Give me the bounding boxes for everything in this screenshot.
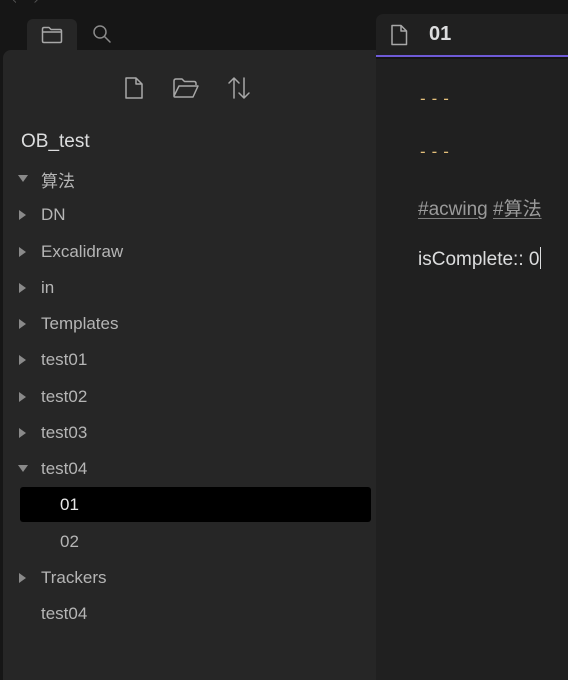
tag-link[interactable]: #acwing bbox=[418, 199, 488, 220]
sort-icon bbox=[228, 77, 250, 99]
folder-label: Templates bbox=[41, 314, 119, 333]
folder-item-test04[interactable]: test04 bbox=[3, 452, 376, 486]
folder-item-test02[interactable]: test02 bbox=[3, 380, 376, 414]
expand-arrow-icon bbox=[18, 428, 28, 438]
file-item-01[interactable]: 01 bbox=[20, 487, 371, 522]
expand-arrow-icon bbox=[18, 392, 28, 402]
property-text: isComplete:: 0 bbox=[418, 249, 540, 270]
file-label: 01 bbox=[60, 494, 79, 514]
expand-arrow-icon bbox=[18, 210, 28, 220]
folder-item-in[interactable]: in bbox=[3, 271, 376, 305]
new-note-button[interactable] bbox=[119, 74, 149, 102]
folder-item-suanfa[interactable]: 算法 bbox=[3, 162, 376, 196]
folder-label: test04 bbox=[41, 459, 88, 478]
tab-search[interactable] bbox=[88, 22, 116, 46]
folder-item-test01[interactable]: test01 bbox=[3, 343, 376, 377]
sort-button[interactable] bbox=[224, 74, 254, 102]
folder-label: Excalidraw bbox=[41, 242, 124, 261]
folder-item-test03[interactable]: test03 bbox=[3, 416, 376, 450]
frontmatter-start[interactable]: --- bbox=[418, 89, 453, 108]
file-explorer-actions bbox=[3, 68, 376, 108]
new-folder-icon bbox=[173, 78, 199, 98]
folder-label: test03 bbox=[41, 423, 88, 442]
folder-label: in bbox=[41, 278, 55, 297]
tab-file-explorer[interactable] bbox=[27, 19, 77, 51]
tag-link[interactable]: #算法 bbox=[493, 199, 542, 220]
folder-item-excalidraw[interactable]: Excalidraw bbox=[3, 235, 376, 269]
expand-arrow-icon bbox=[18, 573, 28, 583]
expand-arrow-icon bbox=[18, 355, 28, 365]
collapse-arrow-icon bbox=[18, 174, 28, 184]
folder-label: DN bbox=[41, 205, 66, 224]
editor-pane[interactable]: --- --- #acwing #算法 isComplete:: 0 bbox=[376, 59, 568, 680]
tab-document[interactable]: 01 bbox=[376, 14, 568, 57]
file-label: 02 bbox=[60, 532, 79, 551]
title-bar: ‹ › bbox=[0, 0, 568, 14]
file-label: test04 bbox=[41, 604, 88, 623]
obsidian-window: ‹ › OB_test 算法 DN Excalidraw in Template… bbox=[0, 0, 568, 680]
nav-arrows[interactable]: ‹ › bbox=[12, 0, 45, 8]
new-note-icon bbox=[125, 77, 143, 99]
folder-item-templates[interactable]: Templates bbox=[3, 307, 376, 341]
tab-title: 01 bbox=[429, 23, 452, 45]
expand-arrow-icon bbox=[18, 283, 28, 293]
frontmatter-end[interactable]: --- bbox=[418, 142, 453, 161]
editor-tab-bar: 01 bbox=[376, 14, 568, 57]
new-folder-button[interactable] bbox=[171, 74, 201, 102]
expand-arrow-icon bbox=[18, 319, 28, 329]
folder-item-dn[interactable]: DN bbox=[3, 198, 376, 232]
folder-label: 算法 bbox=[41, 171, 75, 191]
file-item-test04[interactable]: test04 bbox=[3, 597, 376, 631]
vault-name[interactable]: OB_test bbox=[21, 131, 90, 153]
file-item-02[interactable]: 02 bbox=[3, 525, 376, 559]
search-icon bbox=[93, 25, 111, 43]
collapse-arrow-icon bbox=[18, 464, 28, 474]
text-cursor bbox=[540, 247, 542, 269]
folder-item-trackers[interactable]: Trackers bbox=[3, 561, 376, 595]
folder-label: test02 bbox=[41, 387, 88, 406]
file-explorer: OB_test 算法 DN Excalidraw in Templates te… bbox=[3, 50, 376, 680]
folder-icon bbox=[41, 26, 63, 44]
tags-line: #acwing #算法 bbox=[418, 194, 542, 221]
sidebar-tab-bar bbox=[0, 14, 376, 51]
folder-label: Trackers bbox=[41, 568, 107, 587]
inline-property[interactable]: isComplete:: 0 bbox=[418, 247, 542, 271]
expand-arrow-icon bbox=[18, 247, 28, 257]
file-icon bbox=[390, 24, 408, 51]
folder-label: test01 bbox=[41, 350, 88, 369]
